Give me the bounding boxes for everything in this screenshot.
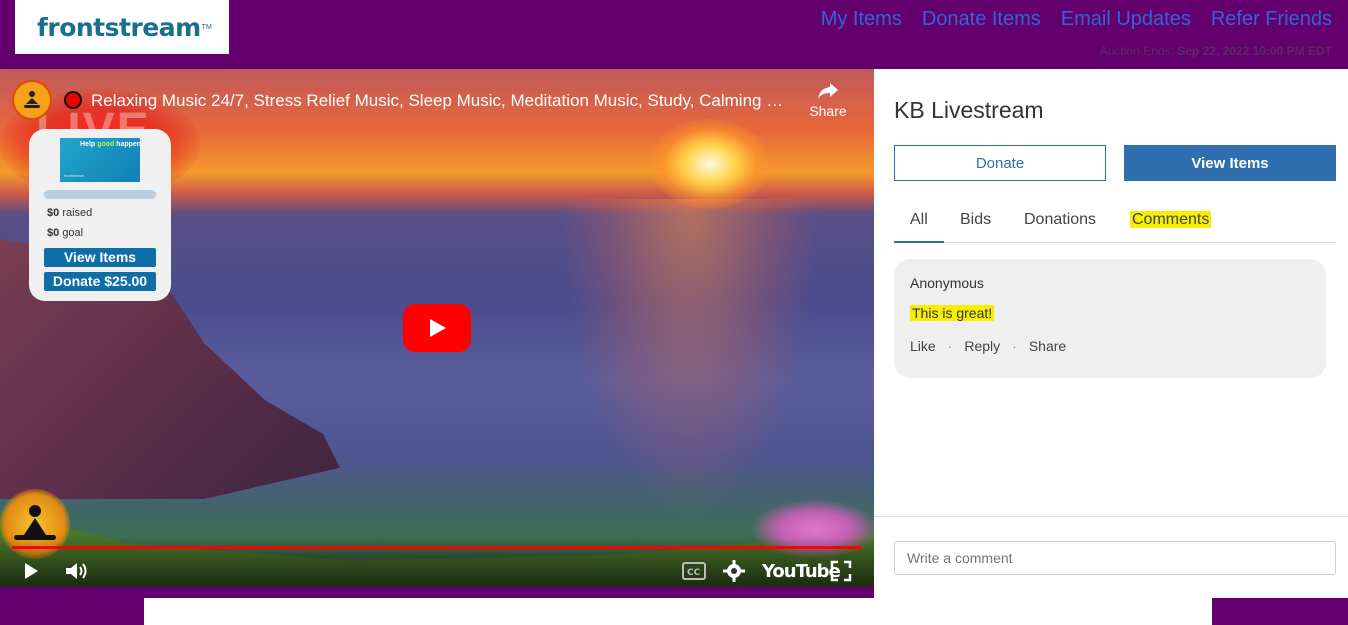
tab-donations[interactable]: Donations bbox=[1024, 211, 1096, 241]
comment-text: This is great! bbox=[910, 305, 1310, 321]
video-share-label: Share bbox=[809, 103, 847, 119]
comment-input[interactable] bbox=[894, 541, 1336, 575]
captions-button[interactable]: CC bbox=[682, 559, 706, 583]
tab-all[interactable]: All bbox=[894, 211, 944, 243]
tab-comments[interactable]: Comments bbox=[1130, 211, 1212, 241]
nav-donate-items[interactable]: Donate Items bbox=[922, 8, 1041, 31]
raised-stat: $0 raised bbox=[47, 207, 93, 219]
goal-stat: $0 goal bbox=[47, 227, 84, 239]
auction-ends-date: Sep 22, 2022 10:00 PM EDT bbox=[1177, 44, 1332, 58]
top-nav: My Items Donate Items Email Updates Refe… bbox=[821, 8, 1332, 31]
nav-email-updates[interactable]: Email Updates bbox=[1061, 8, 1191, 31]
auction-ends-label: Auction Ends: bbox=[1099, 44, 1174, 58]
tab-comments-label: Comments bbox=[1130, 211, 1212, 228]
play-small-icon bbox=[25, 563, 38, 579]
fullscreen-icon bbox=[830, 560, 852, 582]
fundraising-progress-bar bbox=[44, 190, 156, 199]
activity-tabs: All Bids Donations Comments bbox=[894, 201, 1336, 243]
logo-trademark: TM bbox=[201, 23, 212, 31]
nav-refer-friends[interactable]: Refer Friends bbox=[1211, 8, 1332, 31]
video-title[interactable]: Relaxing Music 24/7, Stress Relief Music… bbox=[91, 91, 791, 111]
logo[interactable]: frontstream TM bbox=[15, 0, 229, 54]
play-button-large[interactable] bbox=[403, 304, 471, 352]
youtube-logo[interactable]: YouTube bbox=[762, 559, 841, 583]
separator-dot: · bbox=[1012, 338, 1017, 354]
settings-button[interactable] bbox=[723, 559, 745, 583]
play-icon bbox=[430, 319, 446, 337]
comment-actions: Like · Reply · Share bbox=[910, 338, 1310, 354]
comment-author: Anonymous bbox=[910, 275, 984, 291]
video-player[interactable]: LIVE Relaxing Music 24/7, Stress Relief … bbox=[0, 69, 874, 587]
channel-avatar-icon[interactable] bbox=[12, 80, 52, 120]
panel-divider bbox=[874, 516, 1348, 517]
widget-donate-button[interactable]: Donate $25.00 bbox=[44, 272, 156, 291]
fundraising-widget: Help good happen frontstream $0 raised $… bbox=[29, 129, 171, 301]
campaign-banner-text: Help good happen bbox=[80, 141, 142, 148]
nav-my-items[interactable]: My Items bbox=[821, 8, 902, 31]
widget-view-items-button[interactable]: View Items bbox=[44, 248, 156, 267]
donate-button[interactable]: Donate bbox=[894, 145, 1106, 181]
video-share-button[interactable]: Share bbox=[806, 81, 850, 119]
fullscreen-button[interactable] bbox=[830, 559, 852, 583]
campaign-banner-sub: frontstream bbox=[64, 173, 85, 178]
video-sea-glow bbox=[560, 199, 820, 519]
tab-bids[interactable]: Bids bbox=[960, 211, 991, 241]
comment-share-link[interactable]: Share bbox=[1029, 338, 1066, 354]
auction-ends: Auction Ends: Sep 22, 2022 10:00 PM EDT bbox=[1100, 44, 1332, 58]
volume-icon bbox=[66, 563, 87, 579]
view-items-button[interactable]: View Items bbox=[1124, 145, 1336, 181]
live-record-icon bbox=[64, 91, 82, 109]
video-sun bbox=[650, 119, 770, 209]
comment-reply-link[interactable]: Reply bbox=[964, 338, 1000, 354]
separator-dot: · bbox=[947, 338, 953, 354]
gear-icon bbox=[723, 560, 745, 582]
play-toggle-button[interactable] bbox=[22, 559, 40, 583]
comment-card: Anonymous This is great! Like · Reply · … bbox=[894, 259, 1326, 378]
panel-title: KB Livestream bbox=[894, 97, 1044, 123]
logo-text: frontstream bbox=[37, 12, 201, 42]
video-progress-bar[interactable] bbox=[12, 546, 862, 549]
livestream-panel: KB Livestream Donate View Items All Bids… bbox=[874, 69, 1348, 598]
comment-text-highlight: This is great! bbox=[910, 305, 995, 321]
comment-like-link[interactable]: Like bbox=[910, 338, 936, 354]
share-arrow-icon bbox=[818, 83, 838, 99]
svg-text:CC: CC bbox=[687, 568, 701, 578]
captions-icon: CC bbox=[682, 562, 706, 580]
video-controls: CC YouTube bbox=[0, 537, 874, 587]
campaign-banner-image: Help good happen frontstream bbox=[60, 138, 142, 182]
content-card bbox=[144, 598, 1212, 625]
volume-button[interactable] bbox=[64, 559, 90, 583]
